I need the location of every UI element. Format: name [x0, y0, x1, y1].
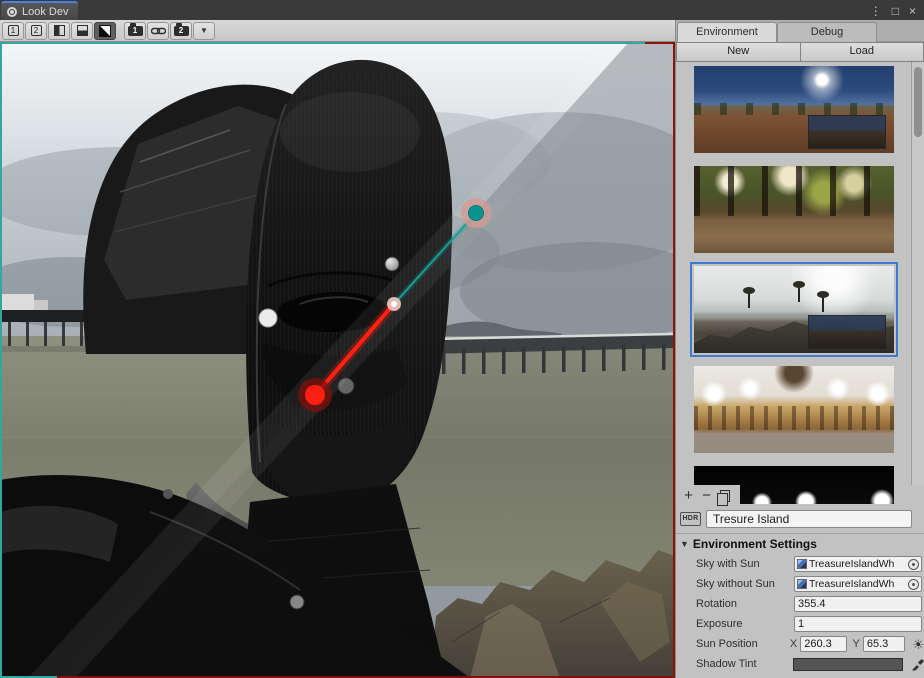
viewport-toolbar: 1 2 1 2: [0, 20, 675, 42]
window-title: Look Dev: [22, 6, 68, 18]
hdr-badge: HDR: [680, 512, 701, 526]
rotation-field[interactable]: 355.4: [794, 596, 922, 612]
sky-without-sun-label: Sky without Sun: [696, 578, 794, 590]
lookdev-window: Look Dev ⋮ □ × 1 2: [0, 0, 924, 678]
sky-with-sun-label: Sky with Sun: [696, 558, 794, 570]
horizontal-split-icon: [77, 25, 88, 36]
diagonal-split-icon: [99, 25, 111, 37]
texture-icon: [797, 579, 807, 589]
env-thumbnail-church-interior[interactable]: [694, 366, 894, 453]
gizmo-center-handle[interactable]: [390, 300, 398, 308]
environment-list: + −: [676, 62, 924, 507]
object-picker-icon[interactable]: [908, 559, 919, 570]
diagonal-split-view-button[interactable]: [94, 22, 116, 40]
x-axis-label: X: [790, 638, 797, 650]
env-thumbnail-forest[interactable]: [694, 166, 894, 253]
texture-icon: [797, 559, 807, 569]
gizmo-blend-handle[interactable]: [468, 205, 484, 221]
tab-debug[interactable]: Debug: [777, 22, 877, 42]
maximize-icon[interactable]: □: [892, 5, 899, 17]
env-inset-preview: [808, 315, 886, 349]
duplicate-environment-icon[interactable]: [720, 490, 730, 502]
tab-environment[interactable]: Environment: [677, 22, 777, 42]
shadow-tint-color-swatch[interactable]: [793, 658, 904, 671]
palm-silhouette: [748, 292, 750, 308]
camera-options-dropdown[interactable]: ▼: [193, 22, 215, 40]
load-button[interactable]: Load: [800, 42, 924, 62]
camera-2-button[interactable]: 2: [170, 22, 192, 40]
link-icon: [151, 26, 166, 36]
palm-silhouette: [822, 296, 824, 312]
chevron-down-icon: ▼: [200, 26, 208, 35]
stacked-view-button[interactable]: [71, 22, 93, 40]
environment-name-field[interactable]: Tresure Island: [706, 510, 912, 528]
lookdev-viewport[interactable]: [0, 42, 675, 678]
sun-pick-icon[interactable]: ☀: [912, 638, 924, 651]
exposure-field[interactable]: 1: [794, 616, 922, 632]
environment-panel: Environment Debug New Load: [675, 20, 924, 678]
gizmo-separator-handle[interactable]: [305, 385, 325, 405]
settings-header-label: Environment Settings: [693, 537, 817, 551]
y-axis-label: Y: [853, 638, 860, 650]
lookdev-tab[interactable]: Look Dev: [1, 1, 78, 20]
rotation-label: Rotation: [696, 598, 794, 610]
close-icon[interactable]: ×: [909, 5, 916, 17]
shadow-tint-label: Shadow Tint: [696, 658, 793, 670]
sky-without-sun-object-field[interactable]: TreasureIslandWh: [794, 576, 922, 592]
env-thumbnail-sunny-plain[interactable]: [694, 66, 894, 153]
add-environment-button[interactable]: +: [681, 489, 696, 503]
scrollbar-thumb[interactable]: [914, 67, 922, 137]
sky-with-sun-object-field[interactable]: TreasureIslandWh: [794, 556, 922, 572]
foldout-triangle-icon: ▼: [680, 539, 689, 549]
camera-1-button[interactable]: 1: [124, 22, 146, 40]
view2-right-border: [673, 42, 675, 678]
exposure-label: Exposure: [696, 618, 794, 630]
env-list-toolbar: + −: [676, 485, 740, 507]
remove-environment-button[interactable]: −: [699, 489, 714, 503]
palm-silhouette: [798, 286, 800, 302]
split-gizmo: [0, 42, 675, 678]
single-view-2-button[interactable]: 2: [25, 22, 47, 40]
side-by-side-view-button[interactable]: [48, 22, 70, 40]
view2-top-border: [645, 42, 675, 44]
new-button[interactable]: New: [676, 42, 801, 62]
camera-1-icon: 1: [128, 26, 143, 36]
eyedropper-icon[interactable]: [911, 658, 924, 671]
env-list-scrollbar[interactable]: [911, 62, 924, 485]
view1-top-border: [0, 42, 645, 44]
view1-left-border: [0, 42, 2, 678]
camera-2-icon: 2: [174, 26, 189, 36]
window-titlebar: Look Dev ⋮ □ ×: [0, 0, 924, 20]
link-cameras-button[interactable]: [147, 22, 169, 40]
sun-position-x-field[interactable]: 260.3: [800, 636, 846, 652]
single-view-1-button[interactable]: 1: [2, 22, 24, 40]
environment-settings-header[interactable]: ▼ Environment Settings: [676, 534, 924, 554]
object-picker-icon[interactable]: [908, 579, 919, 590]
env-inset-preview: [808, 115, 886, 149]
lookdev-eye-icon: [7, 7, 17, 17]
vertical-split-icon: [54, 25, 65, 36]
sun-position-label: Sun Position: [696, 638, 790, 650]
window-menu-icon[interactable]: ⋮: [870, 5, 882, 17]
sun-position-y-field[interactable]: 65.3: [863, 636, 905, 652]
env-thumbnail-treasure-island[interactable]: [694, 266, 894, 353]
